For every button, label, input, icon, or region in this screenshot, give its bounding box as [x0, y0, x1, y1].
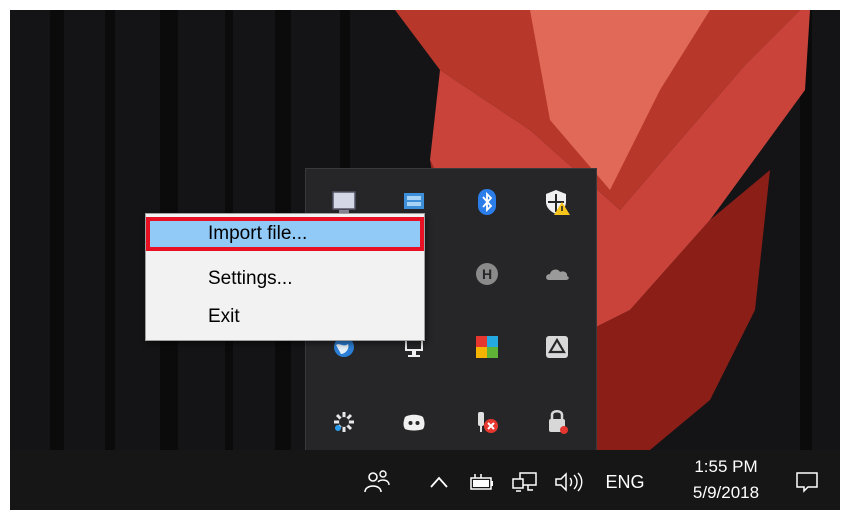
system-clock[interactable]: 1:55 PM 5/9/2018	[676, 454, 776, 506]
battery-icon[interactable]	[468, 470, 496, 494]
network-icon[interactable]	[510, 470, 540, 494]
context-menu: Import file... Settings... Exit	[145, 213, 425, 341]
taskbar: ENG 1:55 PM 5/9/2018	[10, 450, 840, 510]
menu-item-import-file[interactable]: Import file...	[146, 217, 424, 251]
hotspot-shield-icon[interactable]: H	[469, 256, 505, 292]
chevron-up-icon[interactable]	[426, 470, 452, 494]
windows-defender-warning-icon[interactable]	[539, 184, 575, 220]
clock-time: 1:55 PM	[694, 457, 758, 476]
onedrive-icon[interactable]	[539, 256, 575, 292]
settings-gear-icon[interactable]	[326, 404, 362, 440]
language-indicator[interactable]: ENG	[600, 468, 650, 496]
desktop-wallpaper: H Import file... Settings... Exit	[10, 10, 840, 450]
usb-device-error-icon[interactable]	[469, 404, 505, 440]
lock-app-icon[interactable]	[539, 404, 575, 440]
action-center-icon[interactable]	[792, 468, 822, 496]
bluetooth-icon[interactable]	[469, 184, 505, 220]
svg-text:H: H	[482, 266, 492, 282]
google-drive-icon[interactable]	[539, 329, 575, 365]
clock-date: 5/9/2018	[692, 483, 760, 502]
people-icon[interactable]	[362, 466, 392, 496]
volume-icon[interactable]	[552, 470, 586, 494]
menu-item-exit[interactable]: Exit	[146, 300, 424, 334]
app-grid-icon[interactable]	[469, 329, 505, 365]
discord-icon[interactable]	[396, 404, 432, 440]
menu-item-settings[interactable]: Settings...	[146, 262, 424, 296]
